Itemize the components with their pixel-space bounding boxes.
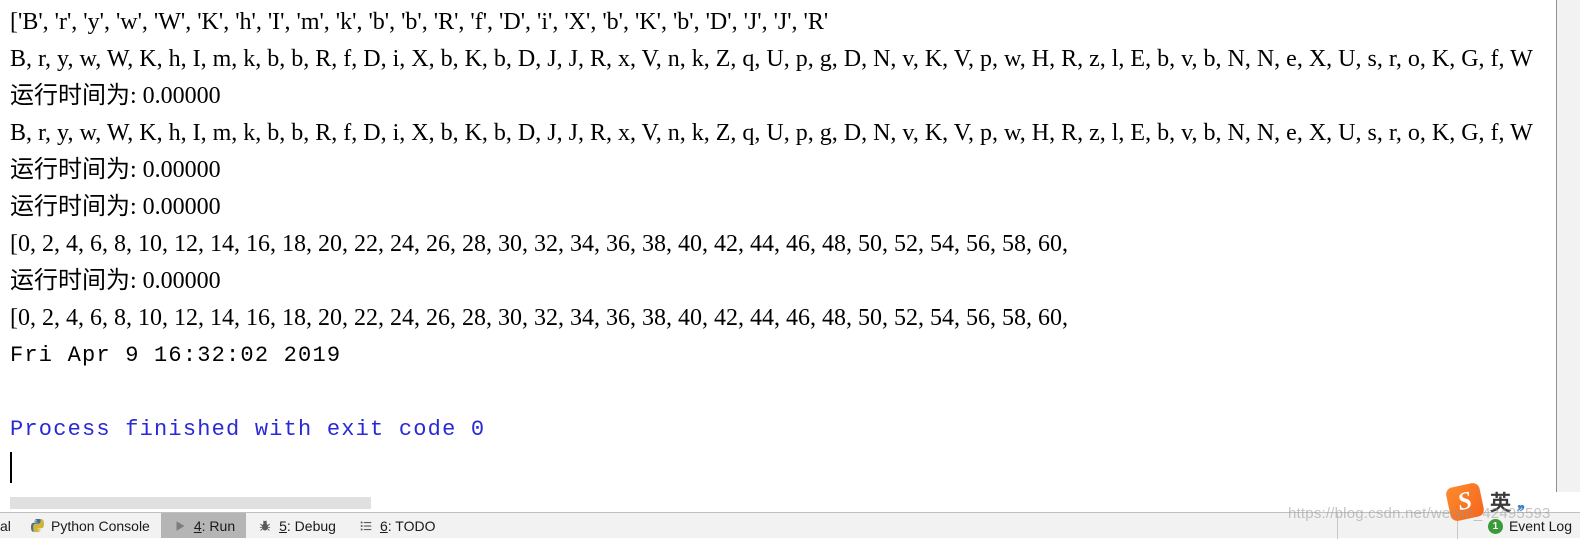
console-line: B, r, y, w, W, K, h, I, m, k, b, b, R, f… — [10, 46, 1533, 72]
tab-terminal-label: al — [0, 517, 11, 534]
tab-todo-label: 6: TODO — [380, 518, 436, 534]
console-caret — [10, 452, 12, 483]
tab-run-label: 4: Run — [194, 518, 235, 534]
console-vertical-scrollbar[interactable] — [1556, 0, 1580, 492]
tool-window-tab-strip: al Python Console 4: Run 5: Debug 6: TODO — [0, 513, 446, 539]
tab-todo-mnemonic: 6 — [379, 517, 388, 534]
sogou-logo-icon[interactable]: S — [1444, 481, 1486, 523]
tab-run-label-text: : Run — [201, 517, 236, 534]
console-line: [0, 2, 4, 6, 8, 10, 12, 14, 16, 18, 20, … — [10, 231, 1068, 257]
run-play-icon — [172, 518, 188, 534]
console-line: [0, 2, 4, 6, 8, 10, 12, 14, 16, 18, 20, … — [10, 305, 1068, 331]
tab-todo[interactable]: 6: TODO — [347, 513, 447, 538]
console-exit-message: Process finished with exit code 0 — [10, 417, 486, 442]
list-icon — [358, 518, 374, 534]
console-output-text[interactable]: ['B', 'r', 'y', 'w', 'W', 'K', 'h', 'I',… — [10, 4, 1556, 448]
bug-icon — [257, 518, 273, 534]
tab-debug-label-text: : Debug — [286, 517, 336, 534]
tab-todo-label-text: : TODO — [387, 517, 436, 534]
tool-window-bar: al Python Console 4: Run 5: Debug 6: TODO 1 … — [0, 512, 1580, 539]
console-line: 运行时间为: 0.00000 — [10, 268, 221, 294]
ime-punctuation-icon[interactable]: ,, — [1517, 491, 1525, 514]
python-icon — [29, 518, 45, 534]
tab-debug-label: 5: Debug — [279, 518, 336, 534]
tab-debug[interactable]: 5: Debug — [246, 513, 347, 538]
console-line: 运行时间为: 0.00000 — [10, 157, 221, 183]
console-horizontal-scrollbar-thumb-end — [371, 495, 374, 511]
tab-python-console[interactable]: Python Console — [18, 513, 161, 538]
event-log-badge: 1 — [1487, 518, 1503, 534]
tab-run[interactable]: 4: Run — [160, 513, 247, 538]
console-horizontal-scrollbar-thumb[interactable] — [10, 497, 372, 509]
tab-debug-mnemonic: 5 — [279, 517, 287, 534]
console-line: Fri Apr 9 16:32:02 2019 — [10, 343, 342, 368]
ime-mode-label[interactable]: 英 — [1490, 487, 1511, 517]
tab-terminal[interactable]: al — [0, 513, 18, 538]
tab-run-mnemonic: 4 — [193, 517, 202, 534]
tab-python-console-label: Python Console — [51, 517, 150, 534]
console-line: 运行时间为: 0.00000 — [10, 83, 221, 109]
bar-separator-left — [1337, 513, 1338, 539]
console-line: 运行时间为: 0.00000 — [10, 194, 221, 220]
sogou-ime-indicator[interactable]: S 英 ,, — [1444, 481, 1568, 523]
event-log-label: Event Log — [1508, 518, 1572, 534]
console-line: B, r, y, w, W, K, h, I, m, k, b, b, R, f… — [10, 120, 1533, 146]
console-line: ['B', 'r', 'y', 'w', 'W', 'K', 'h', 'I',… — [10, 9, 829, 35]
run-console-panel[interactable]: ['B', 'r', 'y', 'w', 'W', 'K', 'h', 'I',… — [0, 0, 1556, 492]
